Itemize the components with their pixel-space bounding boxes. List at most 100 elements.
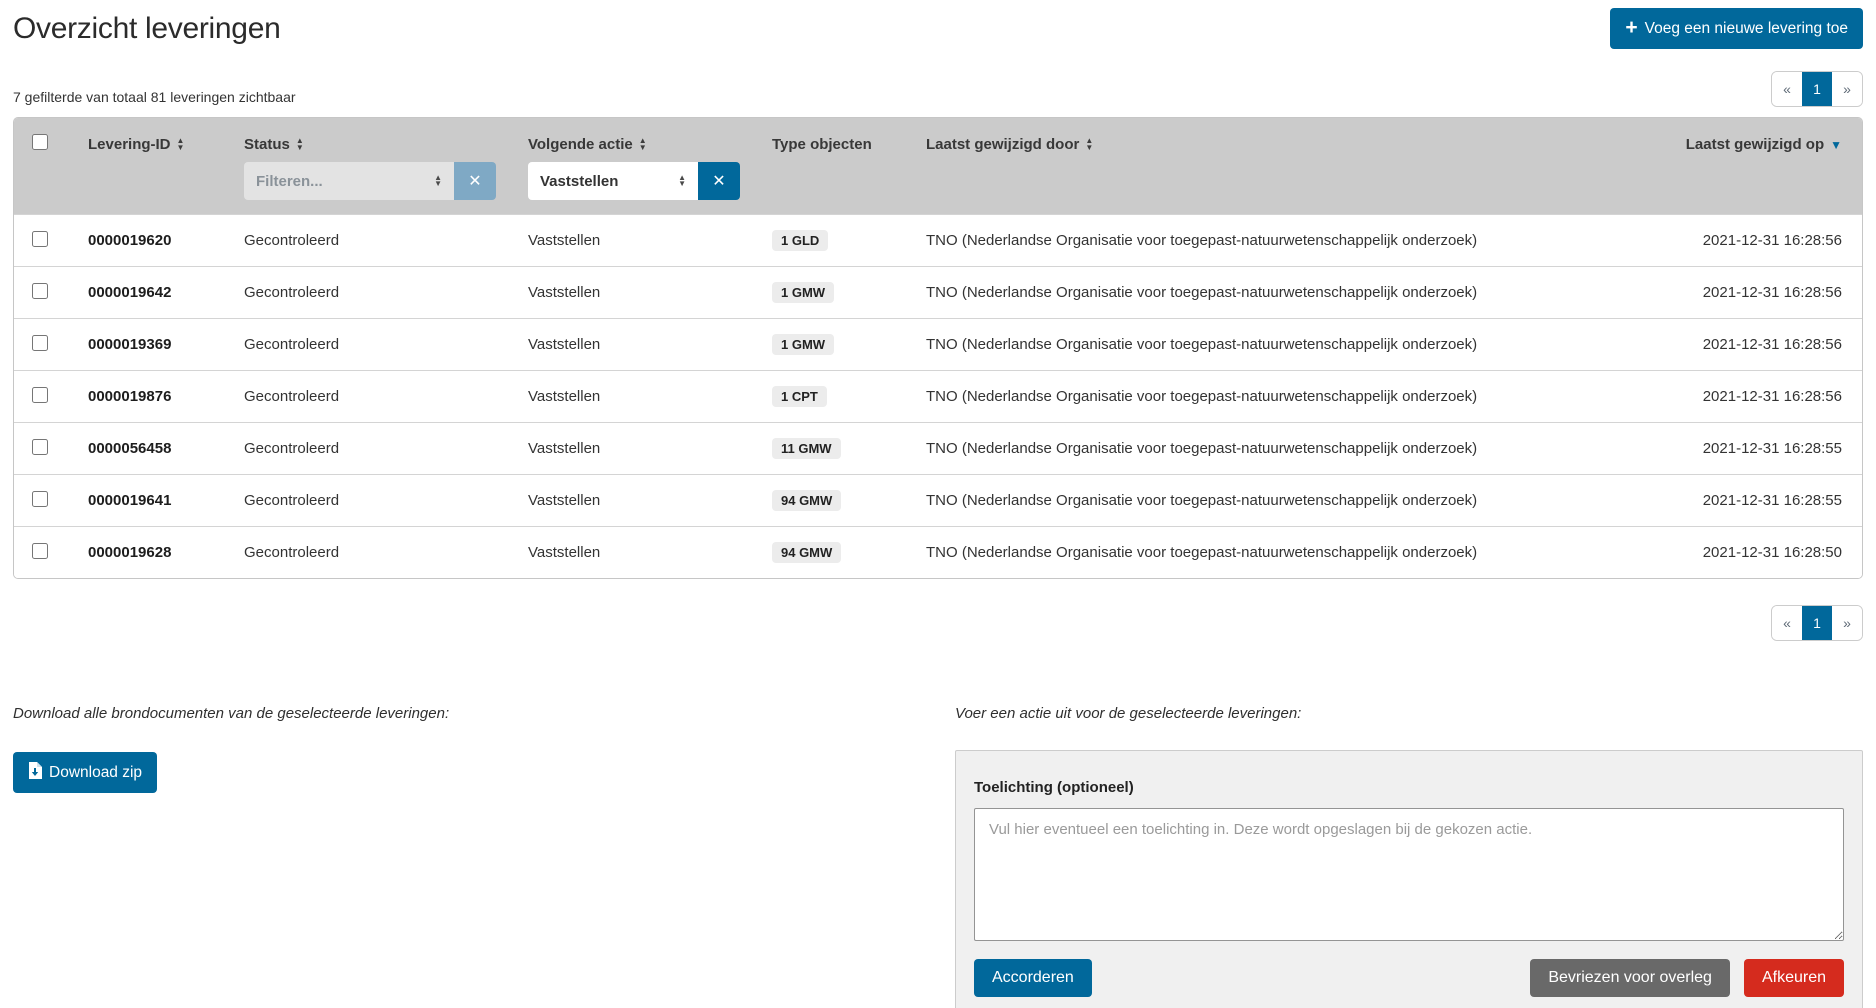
levering-id-value: 0000019642 [88,284,171,301]
row-checkbox[interactable] [32,231,48,247]
action-section: Voer een actie uit voor de geselecteerde… [955,705,1863,1008]
filter-cell-empty [14,160,72,214]
type-objecten-cell: 94 GMW [756,474,910,526]
accorderen-button[interactable]: Accorderen [974,959,1092,997]
bevriezen-button[interactable]: Bevriezen voor overleg [1530,959,1730,997]
table-row: 0000019628 Gecontroleerd Vaststellen 94 … [14,526,1862,578]
volgende-actie-cell: Vaststellen [512,422,756,474]
gewijzigd-door-cell: TNO (Nederlandse Organisatie voor toegep… [910,526,1634,578]
type-objecten-badge: 94 GMW [772,490,841,511]
pagination-page-1[interactable]: 1 [1802,606,1832,640]
table-row: 0000019642 Gecontroleerd Vaststellen 1 G… [14,266,1862,318]
pagination-next-button[interactable]: » [1832,72,1862,106]
status-cell: Gecontroleerd [228,422,512,474]
pagination-prev-button[interactable]: « [1772,72,1802,106]
column-header-gewijzigd-door[interactable]: Laatst gewijzigd door▲▼ [910,118,1634,160]
status-cell: Gecontroleerd [228,474,512,526]
row-select-cell [14,474,72,526]
row-select-cell [14,266,72,318]
levering-id-value: 0000056458 [88,440,171,457]
download-file-icon [28,762,42,783]
pagination-next-button[interactable]: » [1832,606,1862,640]
row-select-cell [14,318,72,370]
column-label: Volgende actie [528,136,633,153]
levering-id-cell: 0000019628 [72,526,228,578]
sort-icon: ▲▼ [639,138,647,151]
levering-id-cell: 0000019642 [72,266,228,318]
pagination-bottom: « 1 » [1771,605,1863,641]
column-header-volgende-actie[interactable]: Volgende actie ▲▼ [512,118,756,160]
volgende-actie-cell: Vaststellen [512,214,756,266]
sort-desc-icon: ▼ [1830,138,1842,152]
gewijzigd-door-cell: TNO (Nederlandse Organisatie voor toegep… [910,370,1634,422]
select-all-header [14,118,72,160]
type-objecten-cell: 94 GMW [756,526,910,578]
sort-icon: ▲▼ [296,138,304,151]
download-zip-label: Download zip [49,765,142,781]
levering-id-cell: 0000019620 [72,214,228,266]
volgende-actie-filter-clear-button[interactable]: ✕ [698,162,740,200]
type-objecten-badge: 1 CPT [772,386,827,407]
row-checkbox[interactable] [32,387,48,403]
toelichting-label: Toelichting (optioneel) [974,779,1844,796]
pagination-prev-button[interactable]: « [1772,606,1802,640]
volgende-actie-cell: Vaststellen [512,474,756,526]
select-chevrons-icon: ▲▼ [434,175,442,188]
afkeuren-button[interactable]: Afkeuren [1744,959,1844,997]
status-filter-cell: Filteren... ▲▼ ✕ [228,160,512,214]
status-filter-clear-button[interactable]: ✕ [454,162,496,200]
gewijzigd-door-cell: TNO (Nederlandse Organisatie voor toegep… [910,214,1634,266]
levering-id-cell: 0000019641 [72,474,228,526]
levering-id-cell: 0000056458 [72,422,228,474]
filter-cell-empty [72,160,228,214]
add-levering-button[interactable]: + Voeg een nieuwe levering toe [1610,8,1863,49]
status-filter-select[interactable]: Filteren... ▲▼ [244,162,454,200]
column-header-status[interactable]: Status ▲▼ [228,118,512,160]
volgende-actie-filter-select[interactable]: Vaststellen ▲▼ [528,162,698,200]
column-label: Status [244,136,290,153]
table-row: 0000019620 Gecontroleerd Vaststellen 1 G… [14,214,1862,266]
pagination-top: « 1 » [1771,71,1863,107]
volgende-actie-cell: Vaststellen [512,318,756,370]
download-section: Download alle brondocumenten van de gese… [13,705,955,1008]
download-section-label: Download alle brondocumenten van de gese… [13,705,955,722]
table-body: 0000019620 Gecontroleerd Vaststellen 1 G… [14,214,1862,578]
row-checkbox[interactable] [32,439,48,455]
gewijzigd-op-cell: 2021-12-31 16:28:55 [1634,474,1862,526]
status-cell: Gecontroleerd [228,526,512,578]
filter-cell-empty [756,160,910,214]
select-all-checkbox[interactable] [32,134,48,150]
row-checkbox[interactable] [32,283,48,299]
action-section-label: Voer een actie uit voor de geselecteerde… [955,705,1863,722]
status-cell: Gecontroleerd [228,318,512,370]
volgende-actie-filter-cell: Vaststellen ▲▼ ✕ [512,160,756,214]
column-header-type-objecten: Type objecten [756,118,910,160]
row-checkbox[interactable] [32,335,48,351]
column-label: Laatst gewijzigd op [1686,136,1824,153]
download-zip-button[interactable]: Download zip [13,752,157,793]
table-row: 0000019369 Gecontroleerd Vaststellen 1 G… [14,318,1862,370]
table-row: 0000019641 Gecontroleerd Vaststellen 94 … [14,474,1862,526]
pagination-page-1[interactable]: 1 [1802,72,1832,106]
action-buttons-row: Accorderen Bevriezen voor overleg Afkeur… [974,959,1844,997]
row-select-cell [14,370,72,422]
row-checkbox[interactable] [32,543,48,559]
plus-icon: + [1625,17,1637,38]
row-checkbox[interactable] [32,491,48,507]
type-objecten-badge: 94 GMW [772,542,841,563]
column-header-gewijzigd-op[interactable]: Laatst gewijzigd op ▼ [1634,118,1862,160]
gewijzigd-door-cell: TNO (Nederlandse Organisatie voor toegep… [910,474,1634,526]
gewijzigd-door-cell: TNO (Nederlandse Organisatie voor toegep… [910,318,1634,370]
select-chevrons-icon: ▲▼ [678,175,686,188]
type-objecten-cell: 11 GMW [756,422,910,474]
leveringen-table: Levering-ID▲▼ Status▲▼ Volgende actie▲▼ … [13,117,1863,579]
gewijzigd-op-cell: 2021-12-31 16:28:56 [1634,318,1862,370]
column-label: Levering-ID [88,136,171,153]
bottom-section: Download alle brondocumenten van de gese… [13,705,1863,1008]
toelichting-textarea[interactable] [974,808,1844,941]
gewijzigd-door-cell: TNO (Nederlandse Organisatie voor toegep… [910,266,1634,318]
levering-id-value: 0000019620 [88,232,171,249]
column-header-levering-id[interactable]: Levering-ID▲▼ [72,118,228,160]
sort-icon: ▲▼ [1085,138,1093,151]
levering-id-value: 0000019641 [88,492,171,509]
